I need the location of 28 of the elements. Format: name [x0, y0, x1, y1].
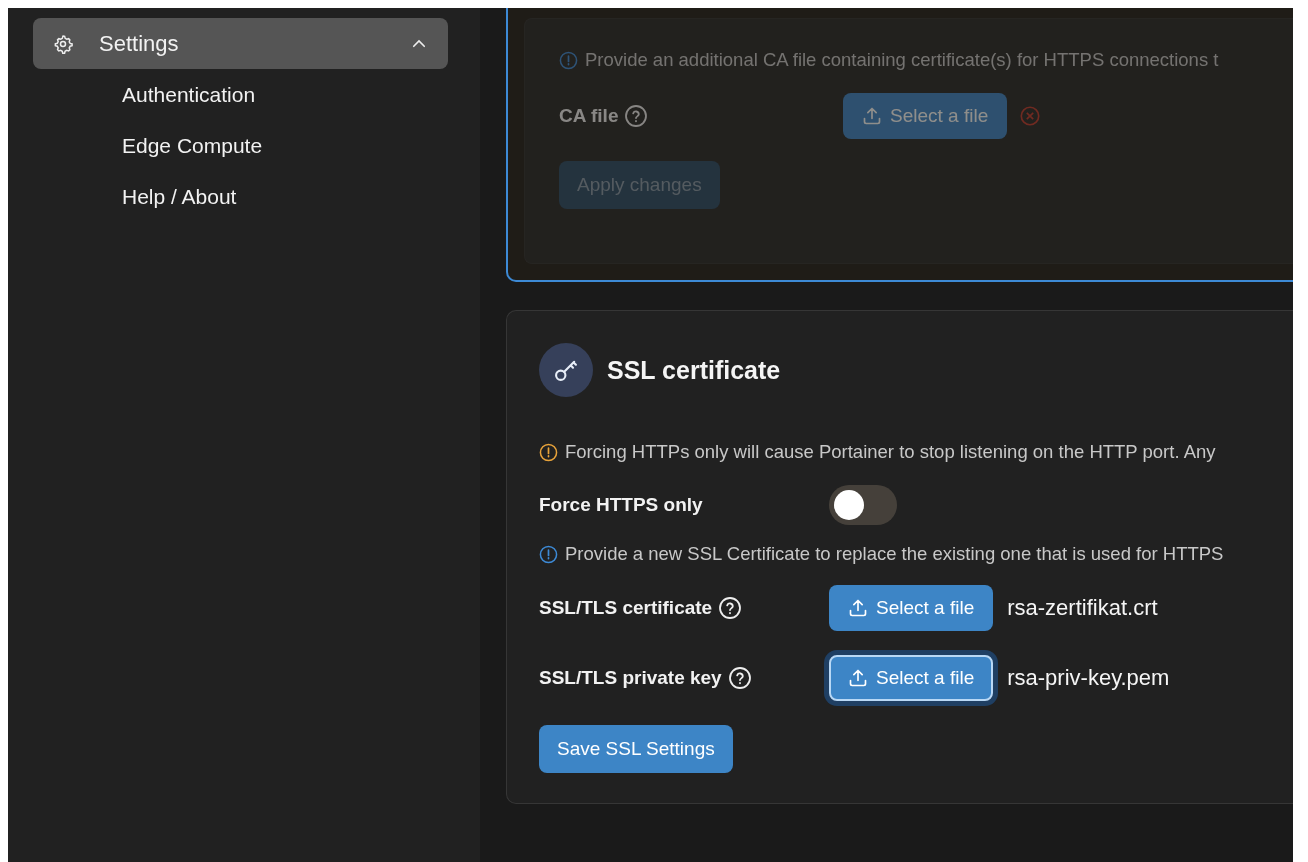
warning-text: Forcing HTTPs only will cause Portainer to stop listening on the HTTP port. Any [565, 441, 1216, 463]
file-name: rsa-zertifikat.crt [1007, 595, 1158, 621]
info-icon [539, 544, 558, 564]
select-file-button[interactable]: Select a file [829, 585, 994, 631]
gear-icon [53, 33, 73, 54]
sidebar-item[interactable]: Help / About [122, 171, 480, 222]
help-icon[interactable] [727, 666, 752, 690]
info-text: Provide an additional CA file containing certificate(s) for HTTPS connections t [585, 49, 1219, 71]
toggle-label: Force HTTPS only [539, 494, 703, 516]
upload-icon [848, 668, 868, 688]
upload-icon [848, 598, 868, 618]
save-ssl-settings-button[interactable]: Save SSL Settings [539, 725, 733, 773]
warning-icon [539, 442, 558, 462]
file-name: rsa-priv-key.pem [1007, 665, 1170, 691]
help-icon[interactable] [718, 596, 743, 620]
sidebar-item[interactable]: Edge Compute [122, 120, 480, 171]
card-title: SSL certificate [607, 355, 781, 385]
info-icon [559, 50, 578, 70]
field-label: SSL/TLS private key [539, 667, 722, 689]
info-text: Provide a new SSL Certificate to replace the existing one that is used for HTTPS [565, 543, 1224, 565]
field-label: SSL/TLS certificate [539, 597, 713, 619]
upload-icon [862, 106, 882, 126]
sidebar-item[interactable]: Authentication [122, 69, 480, 120]
key-icon [539, 343, 593, 397]
select-file-button[interactable]: Select a file [843, 93, 1008, 139]
field-label: CA file [559, 105, 619, 127]
settings-menu-item[interactable]: Settings [33, 18, 448, 69]
force-https-toggle[interactable] [829, 485, 897, 525]
